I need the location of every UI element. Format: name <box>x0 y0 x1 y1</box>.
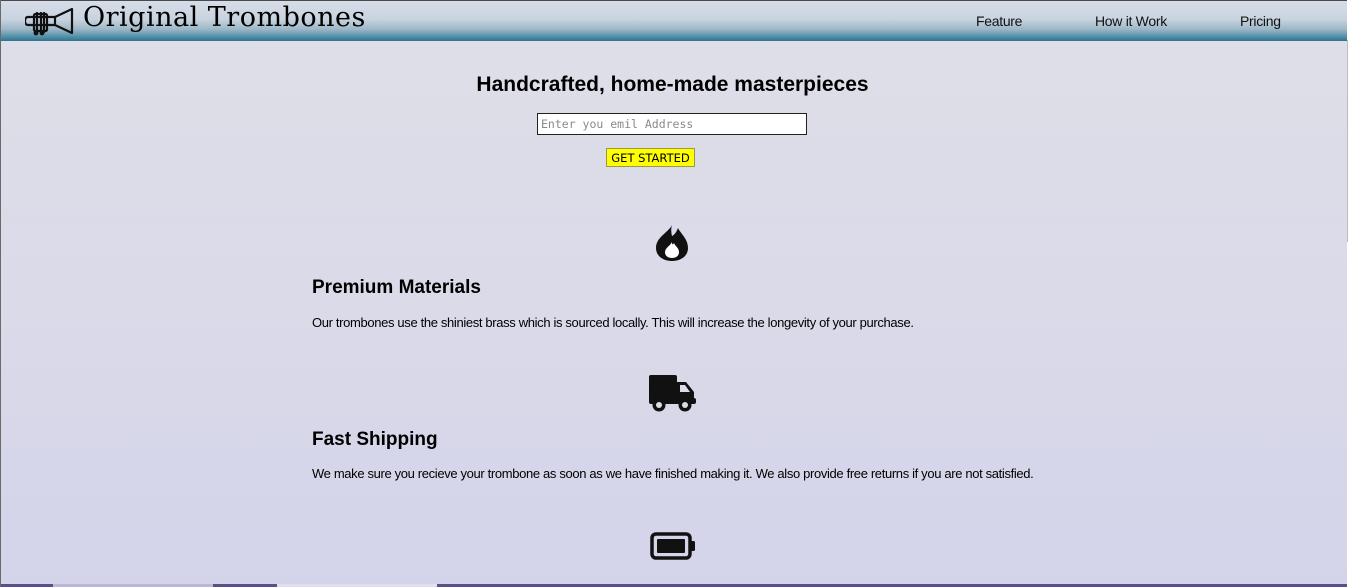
nav-link-pricing[interactable]: Pricing <box>1240 13 1281 29</box>
nav-link-feature[interactable]: Feature <box>976 13 1022 29</box>
trombone-icon[interactable] <box>23 5 75 37</box>
site-header: Original Trombones Feature How it Work P… <box>1 0 1347 41</box>
feature-title-fast-shipping: Fast Shipping <box>312 429 438 450</box>
battery-full-icon <box>650 532 696 560</box>
nav-link-how-it-work[interactable]: How it Work <box>1095 13 1167 29</box>
feature-description-premium-materials: Our trombones use the shiniest brass whi… <box>312 315 914 330</box>
scrollbar-track[interactable] <box>1347 0 1360 587</box>
feature-description-fast-shipping: We make sure you recieve your trombone a… <box>312 466 1034 481</box>
truck-icon <box>648 374 697 413</box>
site-title: Original Trombones <box>83 2 366 33</box>
page: Original Trombones Feature How it Work P… <box>0 0 1347 587</box>
feature-title-premium-materials: Premium Materials <box>312 277 481 298</box>
get-started-button[interactable]: GET STARTED <box>606 148 695 167</box>
hero-title: Handcrafted, home-made masterpieces <box>476 73 869 96</box>
fire-icon <box>654 224 690 262</box>
scrollbar-edge <box>1347 40 1348 242</box>
email-input[interactable] <box>537 113 807 135</box>
